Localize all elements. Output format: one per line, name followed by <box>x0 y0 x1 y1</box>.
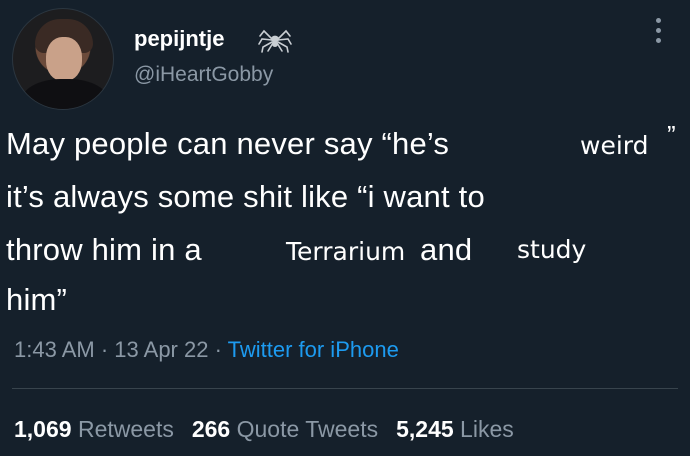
likes-stat[interactable]: 5,245 Likes <box>396 416 514 442</box>
quote-tweets-label: Quote Tweets <box>236 416 379 442</box>
tweet-inserted-word-weird: weird <box>580 131 649 160</box>
divider <box>12 388 678 389</box>
more-options-icon[interactable] <box>650 18 666 52</box>
author-handle[interactable]: @iHeartGobby <box>134 63 273 87</box>
tweet-date[interactable]: 13 Apr 22 <box>114 337 208 362</box>
quote-tweets-stat[interactable]: 266 Quote Tweets <box>192 416 378 442</box>
likes-label: Likes <box>460 416 514 442</box>
avatar-shoulders <box>21 79 109 109</box>
tweet-source-link[interactable]: Twitter for iPhone <box>228 337 399 362</box>
tweet-text-line-4: him” <box>6 282 68 317</box>
tweet-time[interactable]: 1:43 AM <box>14 337 95 362</box>
tweet-inserted-word-terrarium: Terrarium <box>286 237 406 266</box>
retweets-count: 1,069 <box>14 416 72 442</box>
meta-separator: · <box>208 337 228 362</box>
quote-tweets-count: 266 <box>191 416 231 442</box>
avatar-face <box>46 37 82 81</box>
tweet-text-line-3b: and <box>420 232 473 267</box>
spider-icon <box>258 29 292 53</box>
tweet-text-line-1: May people can never say “he’s <box>6 126 450 161</box>
tweet-text-line-3a: throw him in a <box>6 232 202 267</box>
tweet-text-line-2: it’s always some shit like “i want to <box>6 179 485 214</box>
tweet-closing-quote: ” <box>667 120 676 150</box>
retweets-label: Retweets <box>77 416 174 442</box>
meta-separator: · <box>94 337 115 362</box>
avatar[interactable] <box>12 8 114 110</box>
retweets-stat[interactable]: 1,069 Retweets <box>14 416 174 442</box>
likes-count: 5,245 <box>396 416 454 442</box>
tweet-meta: 1:43 AM · 13 Apr 22 · Twitter for iPhone <box>14 337 399 363</box>
tweet-stats: 1,069 Retweets 266 Quote Tweets 5,245 Like… <box>14 416 514 443</box>
tweet-inserted-word-study: study <box>517 235 587 264</box>
author-display-name[interactable]: pepijntje <box>134 26 224 52</box>
